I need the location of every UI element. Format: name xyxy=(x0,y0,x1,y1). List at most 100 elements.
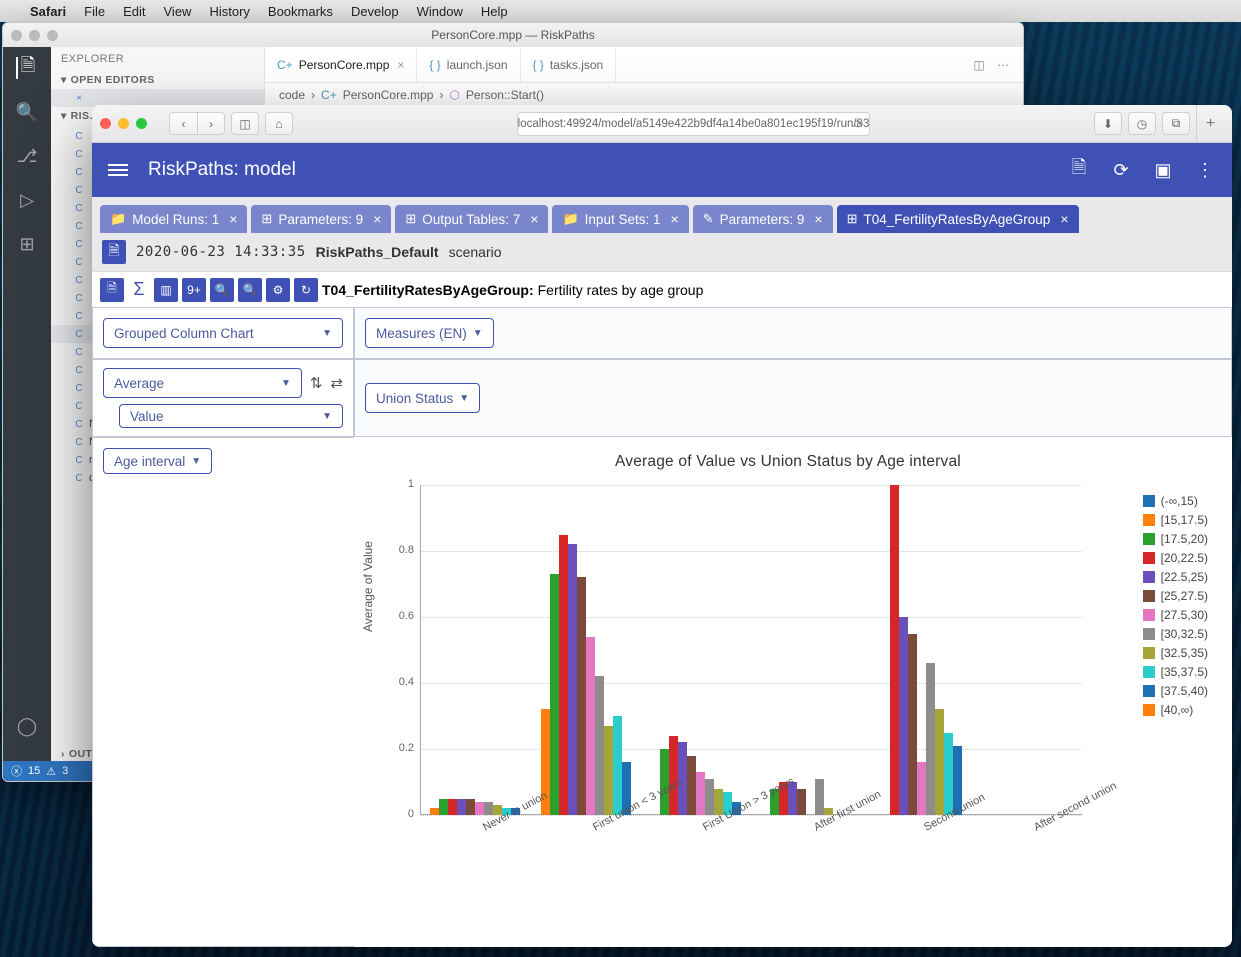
back-icon[interactable]: ‹ xyxy=(169,112,197,135)
icon-settings[interactable]: ⚙ xyxy=(266,278,290,302)
bar xyxy=(559,535,568,816)
chip[interactable]: ✎Parameters: 9× xyxy=(693,205,833,233)
download-icon[interactable]: ⬇ xyxy=(1094,112,1122,135)
chip[interactable]: ⊞Parameters: 9× xyxy=(251,205,391,233)
legend-row: [17.5,20) xyxy=(1143,529,1208,548)
bar xyxy=(457,799,466,816)
chip[interactable]: 📁Input Sets: 1× xyxy=(552,205,688,233)
measures-dropdown[interactable]: Measures (EN)▼ xyxy=(365,318,494,348)
bar xyxy=(595,676,604,815)
close-icon[interactable]: × xyxy=(530,211,538,227)
bar xyxy=(604,726,613,815)
bar xyxy=(696,772,705,815)
bar xyxy=(613,716,622,815)
icon-reset[interactable]: ↻ xyxy=(294,278,318,302)
menu-develop[interactable]: Develop xyxy=(351,4,399,19)
close-icon[interactable]: × xyxy=(1060,211,1068,227)
forward-icon[interactable]: › xyxy=(197,112,225,135)
aggregation-dropdown[interactable]: Average▼ xyxy=(103,368,302,398)
bar xyxy=(687,756,696,815)
chip-label: Model Runs: 1 xyxy=(132,212,219,227)
chip[interactable]: ⊞Output Tables: 7× xyxy=(395,205,548,233)
new-tab-icon[interactable]: + xyxy=(1196,105,1224,143)
explorer-icon[interactable]: 🗎 xyxy=(16,57,38,79)
chip-icon: ⊞ xyxy=(847,211,858,227)
home-icon[interactable]: ⌂ xyxy=(265,112,293,135)
history-icon[interactable]: ◷ xyxy=(1128,112,1156,135)
tab-tasks[interactable]: { }tasks.json xyxy=(521,48,617,82)
url-field[interactable]: localhost:49924/model/a5149e422b9df4a14b… xyxy=(517,112,871,136)
vscode-titlebar: PersonCore.mpp — RiskPaths xyxy=(3,23,1023,47)
chart-cell: Average of Value vs Union Status by Age … xyxy=(354,437,1232,947)
icon-zoom-in[interactable]: 🔍 xyxy=(210,278,234,302)
run-doc-icon[interactable]: 🗎 xyxy=(102,240,126,264)
chip[interactable]: ⊞T04_FertilityRatesByAgeGroup× xyxy=(837,205,1079,233)
extensions-icon[interactable]: ⊞ xyxy=(16,233,38,255)
tab-launch[interactable]: { }launch.json xyxy=(417,48,520,82)
menu-view[interactable]: View xyxy=(164,4,192,19)
close-icon[interactable]: × xyxy=(229,211,237,227)
menubar-app[interactable]: Safari xyxy=(30,4,66,19)
icon-sigma[interactable]: Σ xyxy=(128,278,150,302)
app-title: RiskPaths: model xyxy=(148,159,296,181)
scm-icon[interactable]: ⎇ xyxy=(16,145,38,167)
close-icon[interactable]: × xyxy=(373,211,381,227)
reload-icon[interactable]: ⟳ xyxy=(854,117,864,131)
legend-row: [32.5,35) xyxy=(1143,643,1208,662)
close-icon[interactable]: × xyxy=(397,58,404,72)
menu-edit[interactable]: Edit xyxy=(123,4,145,19)
document-icon[interactable]: 🗎 xyxy=(1068,159,1090,181)
safari-traffic-lights[interactable] xyxy=(100,118,147,129)
section-open-editors[interactable]: ▾ OPEN EDITORS xyxy=(51,71,264,89)
table-desc: Fertility rates by age group xyxy=(538,282,704,298)
chart-type-dropdown[interactable]: Grouped Column Chart▼ xyxy=(103,318,343,348)
chip-icon: ⊞ xyxy=(261,211,272,227)
more-icon[interactable]: ⋯ xyxy=(991,58,1015,72)
chip-label: Input Sets: 1 xyxy=(585,212,661,227)
run-name: RiskPaths_Default xyxy=(316,244,439,260)
bar xyxy=(448,799,457,816)
menu-bookmarks[interactable]: Bookmarks xyxy=(268,4,333,19)
menu-window[interactable]: Window xyxy=(417,4,463,19)
explorer-title: EXPLORER xyxy=(51,47,264,71)
account-icon[interactable]: ◯ xyxy=(16,715,38,737)
warning-icon[interactable]: ⚠ xyxy=(46,765,56,778)
debug-icon[interactable]: ▷ xyxy=(16,189,38,211)
swap-horiz-icon[interactable]: ⇄ xyxy=(330,374,343,392)
icon-chart[interactable]: ▥ xyxy=(154,278,178,302)
hamburger-icon[interactable] xyxy=(108,164,128,176)
bar-group xyxy=(863,485,971,815)
chip[interactable]: 📁Model Runs: 1× xyxy=(100,205,247,233)
close-icon[interactable]: × xyxy=(814,211,822,227)
union-status-dropdown[interactable]: Union Status▼ xyxy=(365,383,480,413)
sidebar-icon[interactable]: ◫ xyxy=(231,112,259,135)
menu-dots-icon[interactable]: ⋮ xyxy=(1194,159,1216,181)
activity-bar[interactable]: 🗎 🔍 ⎇ ▷ ⊞ ◯ ⚙ xyxy=(3,47,51,781)
close-icon[interactable]: × xyxy=(670,211,678,227)
chart-title: Average of Value vs Union Status by Age … xyxy=(364,453,1212,471)
breadcrumb[interactable]: code› C+PersonCore.mpp› ⬡Person::Start() xyxy=(265,83,1023,107)
tab-personcore[interactable]: C+PersonCore.mpp× xyxy=(265,48,417,82)
value-dropdown[interactable]: Value▼ xyxy=(119,404,343,428)
bar xyxy=(669,736,678,815)
search-icon[interactable]: 🔍 xyxy=(16,101,38,123)
vscode-traffic-lights[interactable] xyxy=(11,30,58,41)
icon-decimals[interactable]: 9+ xyxy=(182,278,206,302)
split-editor-icon[interactable]: ◫ xyxy=(967,58,991,72)
bar xyxy=(568,544,577,815)
feedback-icon[interactable]: ▣ xyxy=(1152,159,1174,181)
age-interval-dropdown[interactable]: Age interval▼ xyxy=(103,448,212,474)
legend-row: [22.5,25) xyxy=(1143,567,1208,586)
menu-help[interactable]: Help xyxy=(481,4,508,19)
tabs-icon[interactable]: ⧉ xyxy=(1162,112,1190,135)
menu-file[interactable]: File xyxy=(84,4,105,19)
swap-vert-icon[interactable]: ⇅ xyxy=(310,374,323,392)
refresh-icon[interactable]: ⟳ xyxy=(1110,159,1132,181)
legend-row: [37.5,40) xyxy=(1143,681,1208,700)
nav-buttons[interactable]: ‹› xyxy=(169,112,225,135)
icon-doc[interactable]: 🗎 xyxy=(100,278,124,302)
icon-zoom-out[interactable]: 🔍 xyxy=(238,278,262,302)
menu-history[interactable]: History xyxy=(209,4,249,19)
vscode-title: PersonCore.mpp — RiskPaths xyxy=(431,28,594,42)
error-icon[interactable]: ⓧ xyxy=(11,763,22,779)
